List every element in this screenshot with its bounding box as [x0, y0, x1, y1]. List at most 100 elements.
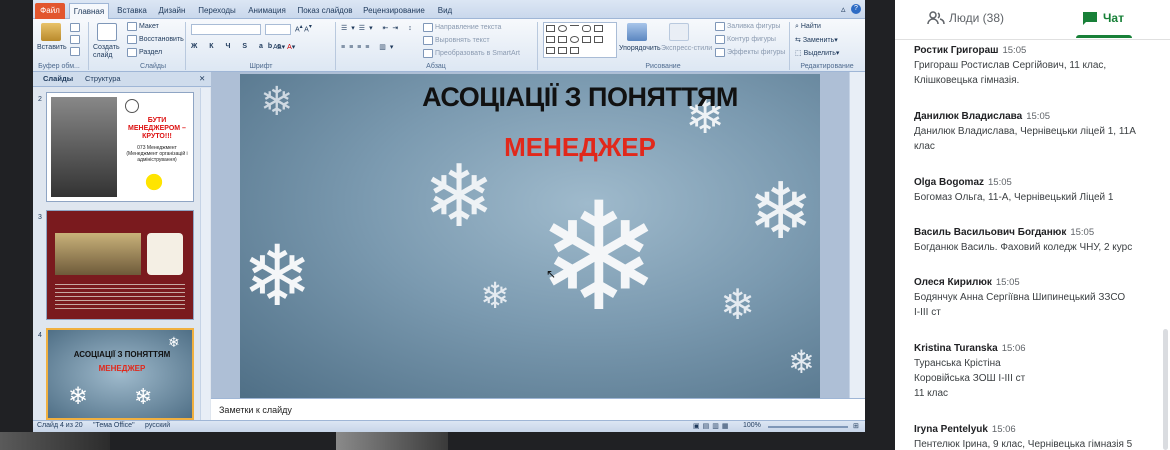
callout-shape-icon[interactable] [546, 47, 555, 54]
tab-animations[interactable]: Анимация [243, 3, 291, 19]
font-name-select[interactable] [191, 24, 261, 35]
theme-name: "Тема Office" [93, 422, 135, 429]
tab-file[interactable]: Файл [35, 3, 65, 19]
align-text-button[interactable]: Выровнять текст [435, 37, 490, 44]
message-text: Богомаз Ольга, 11-А, Чернівецький Ліцей … [914, 192, 1114, 203]
copy-icon[interactable] [70, 35, 80, 44]
slide-counter: Слайд 4 из 20 [37, 422, 83, 429]
group-divider [789, 22, 790, 70]
notes-placeholder: Заметки к слайду [219, 405, 292, 415]
tab-slides[interactable]: Слайды [43, 74, 73, 83]
arrange-icon[interactable] [627, 23, 647, 41]
slide-text-block [55, 281, 185, 311]
powerpoint-window: Файл Главная Вставка Дизайн Переходы Ани… [33, 0, 865, 432]
slide-thumbnail-2[interactable]: БУТИ МЕНЕДЖЕРОМ – КРУТО!!! 073 Менеджмен… [46, 92, 194, 202]
paste-icon[interactable] [41, 23, 61, 41]
notes-pane[interactable]: Заметки к слайду [211, 398, 865, 420]
chat-messages[interactable]: Ростик Григораш 15:05 Григораш Ростислав … [895, 41, 1170, 450]
rounded-rect-shape-icon[interactable] [582, 25, 591, 32]
fit-window-icon[interactable]: ⊞ [853, 422, 859, 430]
chat-scrollbar[interactable] [1163, 329, 1168, 450]
snowflake-icon: ❄ [480, 275, 511, 316]
new-slide-icon[interactable] [97, 23, 117, 41]
language-indicator[interactable]: русский [145, 422, 170, 429]
tab-review[interactable]: Рецензирование [359, 3, 429, 19]
meet-side-panel: Люди (38) Чат Ростик Григораш 15:05 Григо… [895, 0, 1170, 450]
tab-outline[interactable]: Структура [85, 74, 121, 83]
circle-shape-icon[interactable] [570, 36, 579, 43]
slides-pane-scrollbar[interactable] [200, 88, 210, 420]
slide-thumbnail-3[interactable] [46, 210, 194, 320]
star-shape-icon[interactable] [594, 36, 603, 43]
ribbon-home: Вставить Буфер обм... Создать слайд Маке… [33, 19, 865, 72]
font-color-icon[interactable]: Аа▾ A▾ [273, 43, 295, 51]
slide-subtitle[interactable]: МЕНЕДЖЕР [380, 132, 780, 163]
chat-message: Олеся Кирилюк 15:05 Бодянчук Анна Сергіїв… [914, 277, 1154, 320]
layout-button[interactable]: Макет [139, 23, 159, 30]
thumb-body: 073 Менеджмент (Менеджмент організацій і… [126, 145, 188, 163]
slide-number: 2 [38, 96, 42, 103]
section-button[interactable]: Раздел [139, 49, 162, 56]
view-buttons[interactable]: ▣▤▥▦ [693, 422, 731, 430]
chat-message: Ростик Григораш 15:05 Григораш Ростислав … [914, 45, 1154, 88]
line-shape-icon[interactable] [570, 25, 579, 32]
snowflake-icon: ❄ [536, 173, 662, 341]
rectangle-shape-icon[interactable] [546, 25, 555, 32]
drawing-group-label: Рисование [645, 63, 681, 70]
slide-title[interactable]: АСОЦІАЦІЇ З ПОНЯТТЯМ [380, 82, 780, 113]
paste-button[interactable]: Вставить [37, 44, 67, 51]
ribbon-minimize-icon[interactable]: ▵ [841, 4, 846, 15]
tab-design[interactable]: Дизайн [153, 3, 191, 19]
quick-styles-icon[interactable] [669, 23, 689, 41]
tab-view[interactable]: Вид [433, 3, 457, 19]
message-text: І-ІІІ ст [914, 307, 941, 318]
brace-shape-icon[interactable] [582, 36, 591, 43]
tab-chat[interactable]: Чат [1032, 0, 1170, 40]
oval-shape-icon[interactable] [558, 25, 567, 32]
shape-outline-button[interactable]: Контур фигуры [727, 36, 776, 43]
tab-home[interactable]: Главная [69, 3, 109, 19]
arrow-shape-icon[interactable] [546, 36, 555, 43]
replace-button[interactable]: ⇆ Заменить▾ [795, 36, 838, 44]
tab-insert[interactable]: Вставка [113, 3, 151, 19]
tab-people[interactable]: Люди (38) [895, 0, 1032, 40]
bracket-shape-icon[interactable] [570, 47, 579, 54]
slide-vertical-scrollbar[interactable] [849, 72, 865, 398]
zoom-slider[interactable] [768, 426, 848, 428]
current-slide[interactable]: ❄ ❄ ❄ ❄ ❄ ❄ ❄ ❄ ❄ АСОЦІАЦІЇ З ПОНЯТТЯМ М… [240, 74, 820, 398]
tab-transitions[interactable]: Переходы [195, 3, 239, 19]
group-divider [335, 22, 336, 70]
tab-slideshow[interactable]: Показ слайдов [295, 3, 355, 19]
text-direction-button[interactable]: Направление текста [435, 24, 501, 31]
message-text: Коровійська ЗОШ І-ІІІ ст [914, 373, 1026, 384]
shape-fill-button[interactable]: Заливка фигуры [727, 23, 780, 30]
connector-shape-icon[interactable] [558, 36, 567, 43]
message-text: клас [914, 141, 935, 152]
new-slide-button[interactable]: Создать слайд [93, 44, 125, 60]
font-size-select[interactable] [265, 24, 291, 35]
close-pane-icon[interactable]: ✕ [199, 74, 205, 83]
format-painter-icon[interactable] [70, 47, 80, 56]
slide-thumbnail-4[interactable]: АСОЦІАЦІЇ З ПОНЯТТЯМ МЕНЕДЖЕР ❄ ❄ ❄ [46, 328, 194, 420]
triangle-shape-icon[interactable] [594, 25, 603, 32]
quick-styles-button[interactable]: Экспресс-стили [661, 45, 712, 52]
curve-shape-icon[interactable] [558, 47, 567, 54]
smartart-button[interactable]: Преобразовать в SmartArt [435, 50, 520, 57]
slides-pane-tabs: Слайды Структура ✕ [33, 72, 211, 87]
align-buttons[interactable]: ≡≡≡≡ ▥▾ [341, 43, 397, 51]
shape-effects-button[interactable]: Эффекты фигуры [727, 49, 785, 56]
sender-name: Василь Васильович Богданюк [914, 227, 1067, 238]
find-button[interactable]: ⌕ Найти [795, 23, 821, 31]
message-text: Клішковецька гімназія. [914, 75, 1020, 86]
grow-font-icon[interactable]: A▴ A▾ [295, 24, 312, 33]
reset-button[interactable]: Восстановить [139, 36, 184, 43]
font-format-buttons[interactable]: Ж К Ч S abc [191, 43, 286, 50]
shapes-gallery[interactable] [543, 22, 617, 58]
select-button[interactable]: ⬚ Выделить▾ [795, 49, 839, 57]
zoom-level[interactable]: 100% [743, 422, 761, 429]
cut-icon[interactable] [70, 23, 80, 32]
arrange-button[interactable]: Упорядочить [619, 45, 661, 52]
help-icon[interactable]: ? [851, 4, 861, 14]
list-buttons[interactable]: ☰▾☰▾ ⇤⇥ ↕ [341, 24, 416, 32]
message-text: 11 клас [914, 388, 949, 399]
